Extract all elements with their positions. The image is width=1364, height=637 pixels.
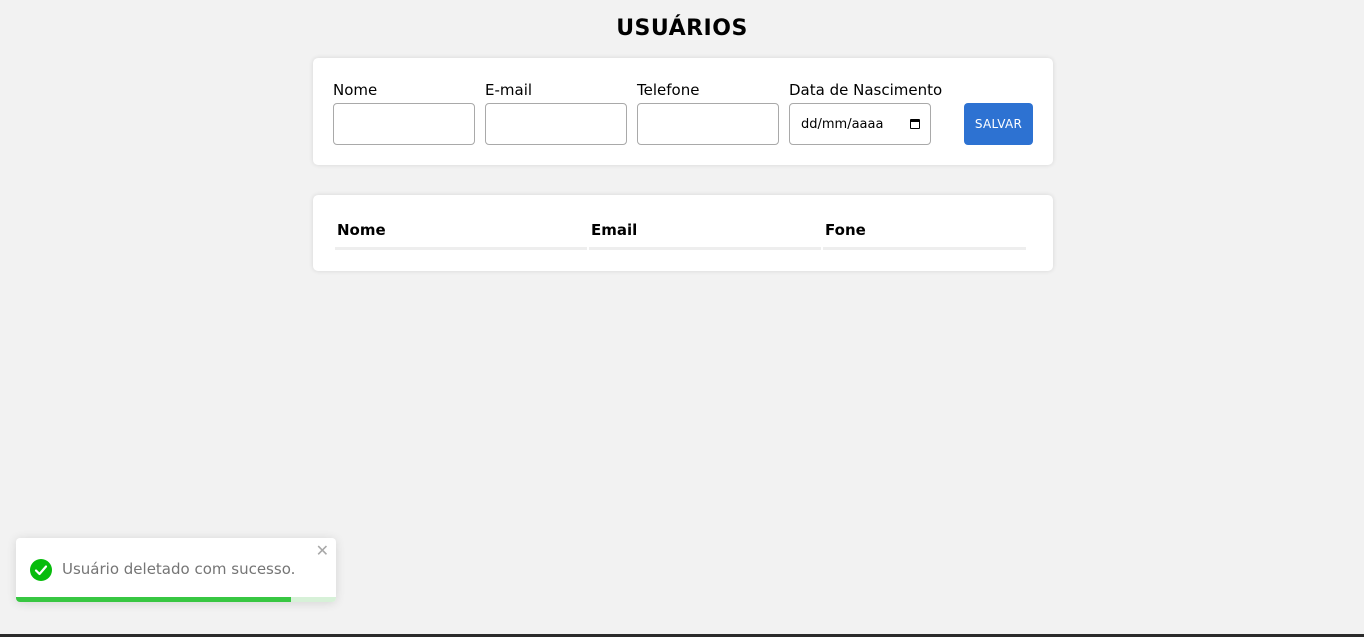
save-button[interactable]: SALVAR (964, 103, 1033, 145)
column-header-name: Nome (335, 215, 587, 250)
toast-progress-track (16, 597, 336, 602)
toast-notification[interactable]: Usuário deletado com sucesso. ✕ (16, 538, 336, 602)
email-label: E-mail (485, 81, 533, 99)
close-icon[interactable]: ✕ (316, 542, 329, 560)
email-field-group: E-mail (485, 80, 627, 145)
phone-field-group: Telefone (637, 80, 779, 145)
user-form: Nome E-mail Telefone Data de Nascimento … (313, 58, 1053, 165)
toast-progress-bar (16, 597, 292, 602)
birthdate-field-group: Data de Nascimento dd/mm/aaaa (789, 80, 942, 145)
users-table: Nome Email Fone (333, 215, 1028, 250)
calendar-icon[interactable] (910, 119, 920, 129)
column-header-email: Email (589, 215, 821, 250)
name-input[interactable] (333, 103, 475, 145)
name-field-group: Nome (333, 80, 475, 145)
toast-message: Usuário deletado com sucesso. (62, 560, 296, 578)
birthdate-input[interactable]: dd/mm/aaaa (789, 103, 931, 145)
column-header-phone: Fone (823, 215, 1026, 250)
table-header-row: Nome Email Fone (335, 215, 1026, 250)
email-input[interactable] (485, 103, 627, 145)
phone-label: Telefone (637, 81, 700, 99)
page-title: USUÁRIOS (616, 16, 748, 41)
phone-input[interactable] (637, 103, 779, 145)
birthdate-value: dd/mm/aaaa (801, 116, 884, 132)
users-table-card: Nome Email Fone (313, 195, 1053, 271)
check-circle-icon (30, 559, 52, 581)
birthdate-label: Data de Nascimento (789, 81, 943, 99)
name-label: Nome (333, 81, 378, 99)
